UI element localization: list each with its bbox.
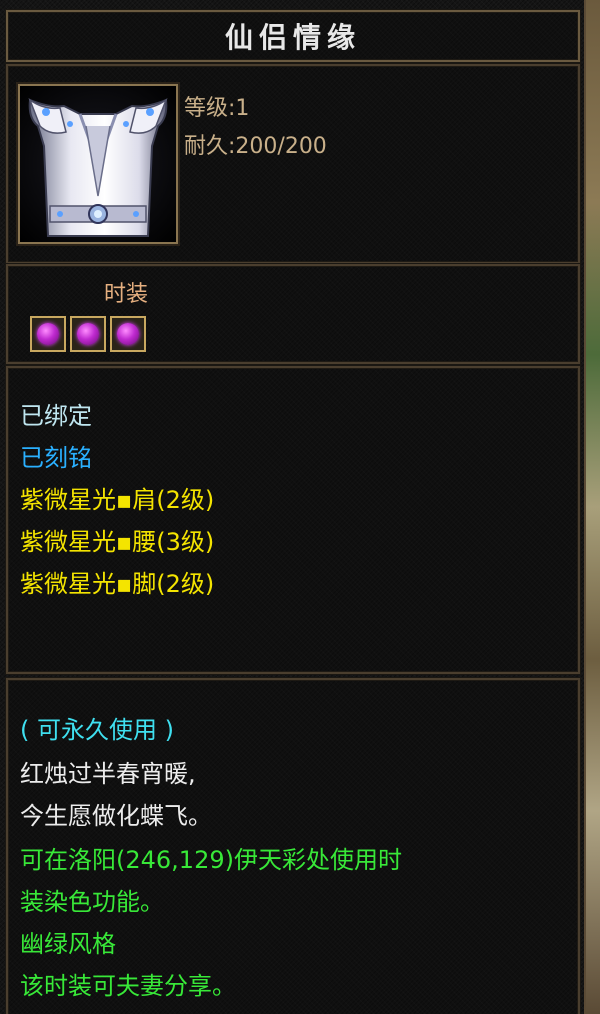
- style-note: 幽绿风格: [20, 930, 116, 958]
- white-armor-costume-icon: [18, 84, 178, 244]
- attribute-waist: 紫微星光▪腰(3级): [20, 528, 215, 556]
- description-panel: ( 可永久使用 ) 红烛过半春宵暖, 今生愿做化蝶飞。 可在洛阳(246,129…: [6, 678, 580, 1014]
- item-info-panel: 等级:1 耐久:200/200: [6, 64, 580, 264]
- attribute-feet: 紫微星光▪脚(2级): [20, 570, 215, 598]
- poem-line-1: 红烛过半春宵暖,: [20, 760, 196, 788]
- gem-socket: [110, 316, 146, 352]
- purple-gem-icon: [37, 323, 59, 345]
- engraved-status: 已刻铭: [20, 444, 92, 472]
- background-scene-strip: [586, 0, 600, 1014]
- bound-status: 已绑定: [20, 402, 92, 430]
- item-type: 时装: [104, 282, 149, 307]
- properties-panel: 已绑定 已刻铭 紫微星光▪肩(2级) 紫微星光▪腰(3级) 紫微星光▪脚(2级): [6, 366, 580, 674]
- item-type-panel: 时装: [6, 264, 580, 364]
- gem-sockets: [30, 316, 146, 352]
- share-note: 该时装可夫妻分享。: [20, 972, 236, 1000]
- dye-note-line-1: 可在洛阳(246,129)伊天彩处使用时: [20, 846, 402, 874]
- item-durability: 耐久:200/200: [184, 134, 327, 159]
- poem-line-2: 今生愿做化蝶飞。: [20, 802, 212, 830]
- title-bar: 仙侣情缘: [6, 10, 580, 62]
- item-tooltip: 仙侣情缘 等级:1 耐久:200/200 时装 已绑定 已刻铭 紫微星光▪肩(2…: [0, 0, 586, 1014]
- attribute-shoulder: 紫微星光▪肩(2级): [20, 486, 215, 514]
- gem-socket: [30, 316, 66, 352]
- item-name: 仙侣情缘: [224, 21, 361, 54]
- gem-socket: [70, 316, 106, 352]
- purple-gem-icon: [77, 323, 99, 345]
- armor-image: [20, 86, 176, 242]
- item-level: 等级:1: [184, 96, 250, 121]
- usage-note: ( 可永久使用 ): [20, 716, 174, 744]
- purple-gem-icon: [117, 323, 139, 345]
- dye-note-line-2: 装染色功能。: [20, 888, 164, 916]
